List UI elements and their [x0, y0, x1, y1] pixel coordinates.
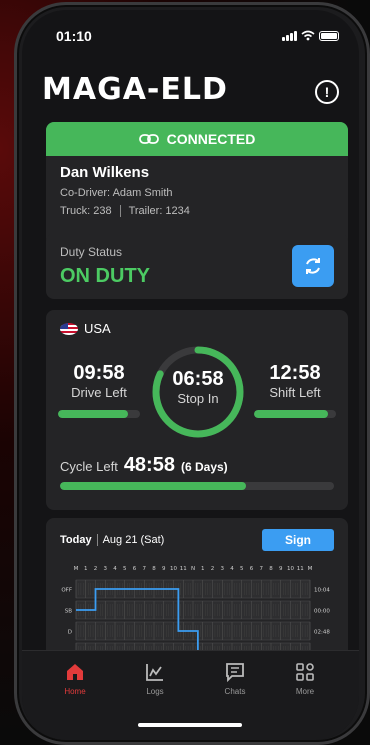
log-row-label: OFF [61, 588, 72, 594]
status-bar: 01:10 [22, 28, 359, 48]
duty-status-label: Duty Status [60, 245, 123, 259]
cycle-progress-bar [60, 482, 334, 490]
cycle-row: Cycle Left 48:58 (6 Days) [60, 454, 228, 477]
home-icon [67, 664, 83, 680]
logs-icon [146, 664, 163, 681]
log-row-label: D [68, 630, 72, 636]
log-header: Today Aug 21 (Sat) [60, 534, 164, 546]
signal-icon [282, 31, 297, 41]
duty-status-card: Duty Status ON DUTY [46, 233, 348, 299]
sync-icon [306, 258, 320, 274]
cycle-left-label: Cycle Left [60, 459, 118, 474]
log-today-label: Today [60, 534, 92, 546]
hour-label: M [308, 566, 313, 572]
codriver-name: Adam Smith [112, 187, 173, 199]
shift-left-value: 12:58 [269, 362, 321, 384]
divider [119, 205, 121, 217]
codriver-row: Co-Driver: Adam Smith [60, 187, 334, 199]
hour-label: 9 [279, 566, 283, 572]
tab-logs[interactable]: Logs [120, 661, 190, 696]
tab-home[interactable]: Home [40, 661, 110, 696]
connection-banner[interactable]: CONNECTED [46, 122, 348, 156]
hour-label: 4 [230, 566, 234, 572]
wifi-icon [301, 30, 315, 41]
hour-label: 4 [113, 566, 117, 572]
hour-label: 8 [152, 566, 156, 572]
cycle-days: (6 Days) [180, 460, 228, 474]
hour-label: 11 [180, 566, 187, 572]
hour-label: 1 [84, 566, 88, 572]
tab-chats-label: Chats [224, 687, 246, 696]
driver-name: Dan Wilkens [60, 164, 150, 181]
codriver-label: Co-Driver: [60, 187, 111, 199]
hour-label: 10 [170, 566, 177, 572]
tab-more[interactable]: More [270, 661, 340, 696]
log-row-total: 00:00 [314, 609, 330, 615]
driver-info: Dan Wilkens Co-Driver: Adam Smith Truck:… [46, 156, 348, 225]
tab-logs-label: Logs [146, 687, 164, 696]
stop-in-value: 06:58 [172, 368, 224, 390]
hour-label: 1 [201, 566, 205, 572]
shift-timer: 12:58 Shift Left [250, 362, 340, 400]
hour-label: 7 [260, 566, 264, 572]
truck-number: Truck: 238 [60, 205, 112, 217]
shift-progress-bar [254, 410, 336, 418]
trailer-number: Trailer: 1234 [128, 205, 190, 217]
log-row-total: 10:04 [314, 588, 330, 594]
hour-label: N [191, 566, 195, 572]
hour-label: 5 [240, 566, 244, 572]
link-icon [138, 134, 159, 144]
connection-card: CONNECTED Dan Wilkens Co-Driver: Adam Sm… [46, 122, 348, 246]
battery-icon [319, 31, 339, 41]
stop-in-timer: 06:58 Stop In [150, 368, 246, 406]
hour-label: 2 [211, 566, 215, 572]
drive-progress-bar [58, 410, 140, 418]
log-date: Aug 21 (Sat) [102, 534, 165, 546]
change-status-button[interactable] [292, 245, 334, 287]
hour-label: 3 [104, 566, 108, 572]
drive-left-label: Drive Left [71, 385, 127, 400]
duty-status-value: ON DUTY [60, 265, 150, 287]
hour-label: 7 [143, 566, 147, 572]
hour-label: M [74, 566, 79, 572]
home-indicator [138, 723, 242, 727]
country-selector[interactable]: USA [60, 321, 111, 336]
more-icon [296, 663, 314, 681]
hour-label: 11 [297, 566, 304, 572]
hour-label: 9 [162, 566, 166, 572]
stop-in-label: Stop In [177, 391, 219, 406]
hour-label: 3 [221, 566, 225, 572]
hour-label: 10 [287, 566, 294, 572]
app-screen: 01:10 MAGA-ELD ! CONNECTED Dan Wilkens C… [22, 10, 359, 740]
connection-label: CONNECTED [166, 131, 256, 147]
tab-home-label: Home [64, 687, 86, 696]
system-icons [282, 30, 339, 41]
shift-left-label: Shift Left [269, 385, 321, 400]
cycle-left-value: 48:58 [123, 454, 175, 476]
hour-label: 6 [250, 566, 254, 572]
tab-bar: Home Logs Chats More [22, 650, 359, 740]
app-title: MAGA-ELD [42, 72, 228, 107]
alert-icon[interactable]: ! [315, 80, 339, 104]
hour-label: 5 [123, 566, 127, 572]
hour-label: 2 [94, 566, 98, 572]
daily-log-card: Today Aug 21 (Sat) Sign M 1 2 3 4 5 6 7 8 9 10 11 N 1… [46, 518, 348, 668]
log-row-total: 02:48 [314, 630, 330, 636]
drive-timer: 09:58 Drive Left [54, 362, 144, 400]
hos-card: USA 09:58 Drive Left 06:58 Stop In 12:58… [46, 310, 348, 510]
tab-more-label: More [295, 687, 315, 696]
hour-label: 8 [269, 566, 273, 572]
chat-icon [226, 663, 244, 683]
sign-button[interactable]: Sign [262, 529, 334, 551]
log-row-label: SB [65, 609, 72, 615]
hour-label: 6 [133, 566, 137, 572]
divider [96, 534, 98, 546]
tab-chats[interactable]: Chats [200, 661, 270, 696]
country-label: USA [84, 321, 111, 336]
equipment-row: Truck: 238 Trailer: 1234 [60, 205, 334, 217]
us-flag-icon [60, 322, 78, 335]
drive-left-value: 09:58 [73, 362, 125, 384]
status-time: 01:10 [56, 28, 92, 44]
